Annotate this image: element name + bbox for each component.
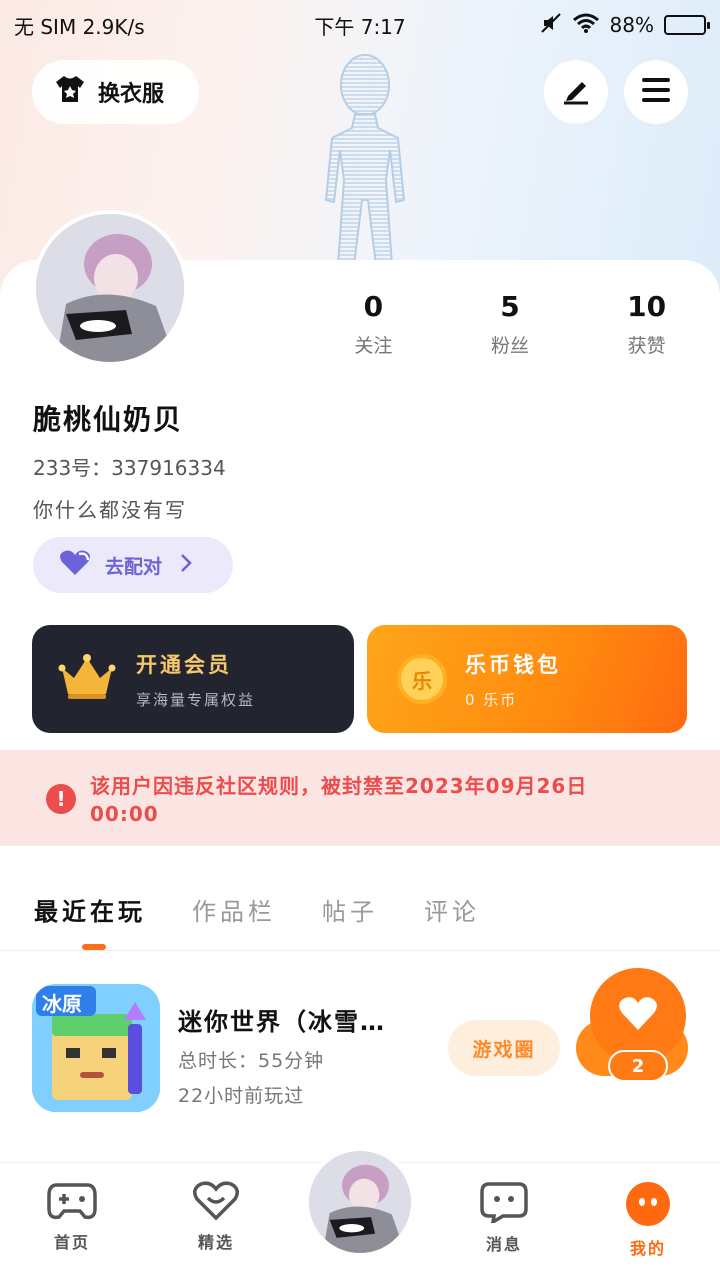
nav-featured-label: 精选 [197,1233,234,1252]
profile-stats: 0 关注 5 粉丝 10 获赞 [305,290,715,358]
username: 脆桃仙奶贝 [33,403,184,436]
stat-likes-label: 获赞 [627,335,666,357]
nav-avatar[interactable] [305,1147,415,1257]
vip-card[interactable]: 开通会员 享海量专属权益 [32,625,354,733]
nav-messages[interactable]: 消息 [432,1163,576,1280]
ban-notice: ! 该用户因违反社区规则，被封禁至2023年09月26日00:00 [0,750,720,846]
vip-title: 开通会员 [136,652,232,677]
stat-fans[interactable]: 5 粉丝 [450,290,570,358]
nav-home[interactable]: 首页 [0,1163,144,1280]
nav-mine[interactable]: 我的 [576,1163,720,1280]
stat-fans-value: 5 [500,290,520,323]
game-circle-button[interactable]: 游戏圈 [448,1020,560,1076]
stat-following-label: 关注 [354,335,393,357]
wallet-card[interactable]: 乐 乐币钱包 0 乐币 [367,625,687,733]
divider [0,950,720,951]
wallet-balance: 0 乐币 [465,690,518,709]
vip-subtitle: 享海量专属权益 [136,690,256,709]
menu-icon [640,76,672,108]
heart-icon [59,550,91,581]
nav-home-label: 首页 [53,1233,90,1252]
user-id: 233号：337916334 [33,456,226,480]
shirt-icon [54,74,86,110]
stat-following-value: 0 [363,290,384,323]
avatar-hologram[interactable] [300,50,430,266]
gamepad-icon [47,1181,97,1225]
stat-following[interactable]: 0 关注 [313,290,433,358]
warning-icon: ! [46,784,76,814]
chat-icon [479,1181,529,1227]
pen-icon [560,74,592,110]
stat-fans-label: 粉丝 [490,335,529,357]
wifi-icon [572,12,600,39]
tab-posts[interactable]: 帖子 [322,892,378,927]
edit-button[interactable] [544,60,608,124]
match-button[interactable]: 去配对 [33,537,233,593]
tab-works[interactable]: 作品栏 [192,892,276,927]
avatar[interactable] [32,210,188,366]
game-icon[interactable]: 冰原 [32,984,160,1112]
crown-icon [58,654,116,704]
heart-icon [618,996,658,1036]
game-icon-label: 冰原 [42,992,82,1016]
game-title: 迷你世界（冰雪… [178,1008,386,1036]
wallet-title: 乐币钱包 [465,652,561,677]
coin-icon: 乐 [397,654,447,704]
profile-tabs: 最近在玩 作品栏 帖子 评论 [34,892,480,927]
menu-button[interactable] [624,60,688,124]
mute-icon [540,12,562,39]
heart-outline-icon [191,1181,241,1225]
stat-likes[interactable]: 10 获赞 [587,290,707,358]
stat-likes-value: 10 [627,290,667,323]
chevron-right-icon [180,553,192,578]
battery-percent: 88% [609,13,654,37]
tab-comments[interactable]: 评论 [424,892,480,927]
ban-notice-text: 该用户因违反社区规则，被封禁至2023年09月26日00:00 [90,774,588,826]
profile-face-icon [625,1181,671,1231]
wardrobe-button[interactable]: 换衣服 [32,60,199,124]
status-bar: 无 SIM 2.9K/s 下午 7:17 88% [0,0,720,50]
tab-recent[interactable]: 最近在玩 [34,892,146,927]
game-last-played: 22小时前玩过 [178,1085,305,1107]
user-bio: 你什么都没有写 [33,498,187,522]
like-count-badge: 2 [608,1050,668,1082]
nav-messages-label: 消息 [485,1235,522,1254]
game-duration: 总时长：55分钟 [178,1050,325,1072]
carrier-text: 无 SIM 2.9K/s [14,14,145,39]
wardrobe-label: 换衣服 [98,82,165,107]
nav-mine-label: 我的 [629,1239,666,1258]
battery-icon [664,15,710,35]
match-label: 去配对 [105,555,163,578]
nav-featured[interactable]: 精选 [144,1163,288,1280]
